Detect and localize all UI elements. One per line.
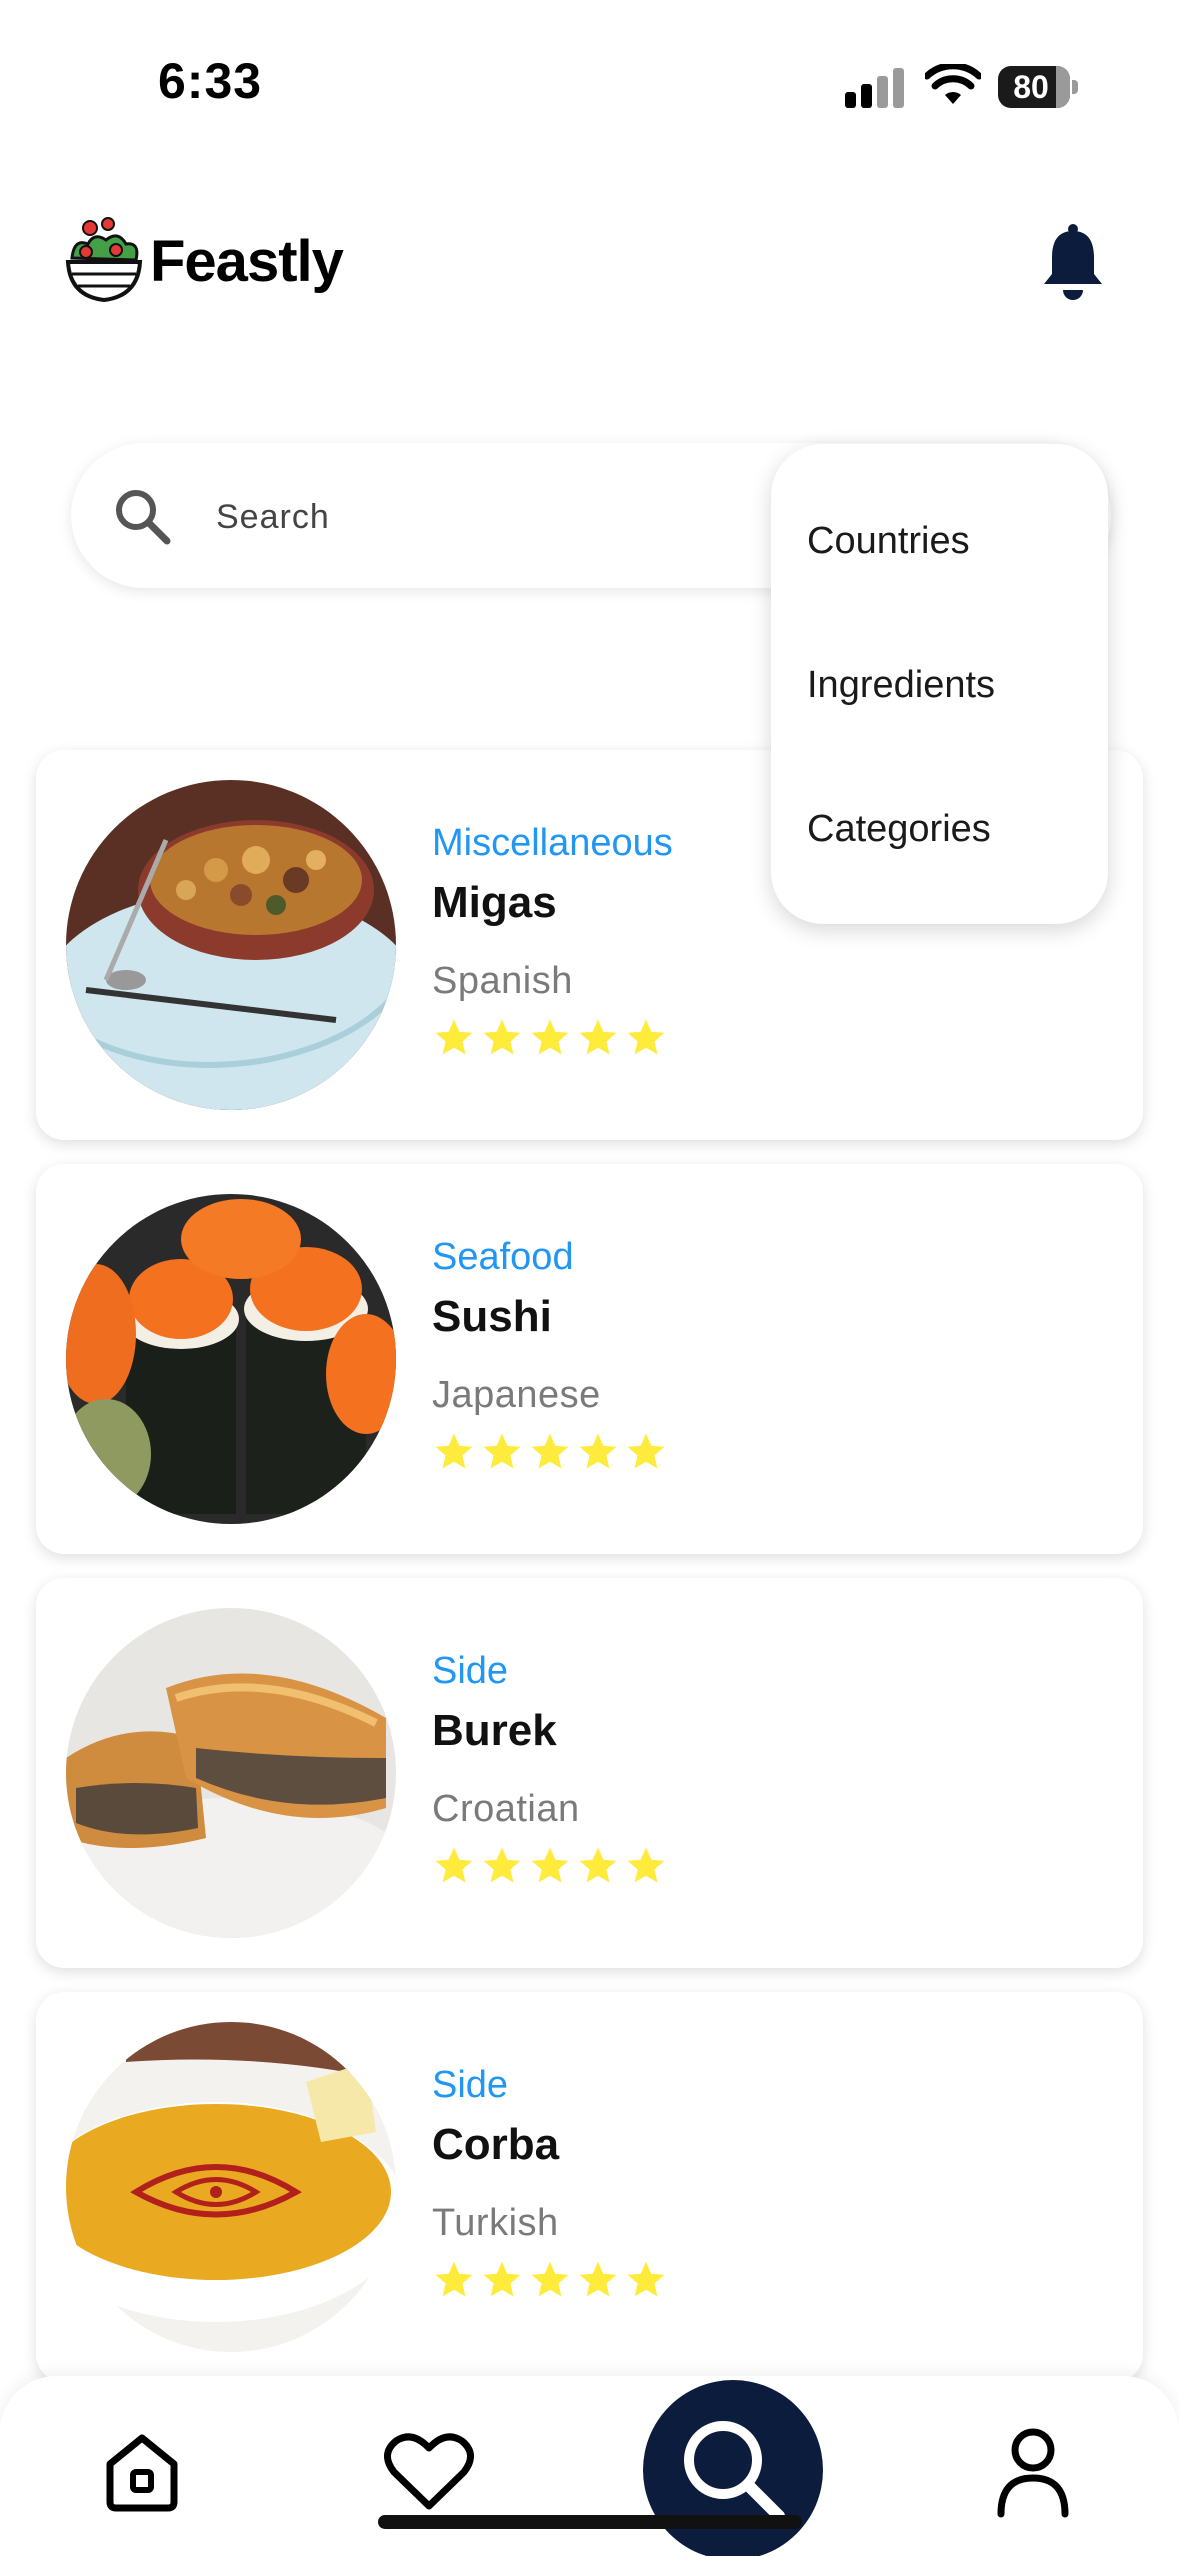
star-icon bbox=[627, 1019, 665, 1055]
rating-stars bbox=[432, 1844, 668, 1892]
star-icon bbox=[435, 2261, 473, 2297]
star-icon bbox=[579, 1019, 617, 1055]
star-icon bbox=[483, 1847, 521, 1883]
meal-category: Side bbox=[432, 2064, 509, 2106]
star-icon bbox=[627, 2261, 665, 2297]
search-input[interactable] bbox=[216, 489, 776, 545]
star-icon bbox=[483, 1433, 521, 1469]
salad-bowl-icon bbox=[65, 217, 143, 303]
meal-name: Migas bbox=[432, 878, 557, 927]
meal-area: Spanish bbox=[432, 960, 573, 1002]
star-icon bbox=[579, 1847, 617, 1883]
meal-name: Corba bbox=[432, 2120, 560, 2169]
meal-image bbox=[66, 2022, 396, 2352]
menu-item-ingredients[interactable]: Ingredients bbox=[807, 664, 995, 707]
meal-area: Japanese bbox=[432, 1374, 601, 1416]
meal-category: Seafood bbox=[432, 1236, 574, 1278]
wifi-icon bbox=[925, 64, 981, 104]
bottom-nav bbox=[0, 2376, 1179, 2556]
search-icon bbox=[684, 2421, 785, 2522]
meal-category: Side bbox=[432, 1650, 509, 1692]
meal-area: Croatian bbox=[432, 1788, 580, 1830]
meal-name: Sushi bbox=[432, 1292, 552, 1341]
battery-percent: 80 bbox=[1013, 69, 1049, 105]
star-icon bbox=[531, 1433, 569, 1469]
rating-stars bbox=[432, 2258, 668, 2306]
filter-dropdown-menu: Countries Ingredients Categories bbox=[771, 444, 1108, 924]
nav-search-button[interactable] bbox=[643, 2380, 823, 2556]
meal-card[interactable]: Side Corba Turkish bbox=[36, 1992, 1143, 2382]
bell-icon[interactable] bbox=[1040, 222, 1106, 302]
meal-image bbox=[66, 1194, 396, 1524]
search-icon bbox=[116, 490, 171, 545]
rating-stars bbox=[432, 1016, 668, 1064]
status-bar: 6:33 80 bbox=[0, 0, 1179, 170]
status-time: 6:33 bbox=[158, 53, 263, 109]
app-title: Feastly bbox=[150, 229, 344, 294]
star-icon bbox=[579, 2261, 617, 2297]
menu-item-countries[interactable]: Countries bbox=[807, 520, 970, 563]
meal-card[interactable]: Side Burek Croatian bbox=[36, 1578, 1143, 1968]
home-icon[interactable] bbox=[100, 2430, 184, 2514]
star-icon bbox=[627, 1433, 665, 1469]
meal-card[interactable]: Seafood Sushi Japanese bbox=[36, 1164, 1143, 1554]
star-icon bbox=[435, 1433, 473, 1469]
star-icon bbox=[579, 1433, 617, 1469]
star-icon bbox=[435, 1019, 473, 1055]
star-icon bbox=[483, 2261, 521, 2297]
meal-category: Miscellaneous bbox=[432, 822, 673, 864]
menu-item-categories[interactable]: Categories bbox=[807, 808, 991, 851]
star-icon bbox=[531, 1019, 569, 1055]
star-icon bbox=[627, 1847, 665, 1883]
meal-image bbox=[66, 780, 396, 1110]
signal-icon bbox=[845, 68, 907, 108]
star-icon bbox=[531, 2261, 569, 2297]
meal-image bbox=[66, 1608, 396, 1938]
heart-icon[interactable] bbox=[384, 2432, 474, 2512]
battery-icon: 80 bbox=[998, 66, 1078, 108]
rating-stars bbox=[432, 1430, 668, 1478]
meal-area: Turkish bbox=[432, 2202, 559, 2244]
star-icon bbox=[435, 1847, 473, 1883]
home-indicator bbox=[378, 2515, 802, 2529]
meal-name: Burek bbox=[432, 1706, 557, 1755]
star-icon bbox=[531, 1847, 569, 1883]
star-icon bbox=[483, 1019, 521, 1055]
profile-icon[interactable] bbox=[996, 2426, 1070, 2518]
